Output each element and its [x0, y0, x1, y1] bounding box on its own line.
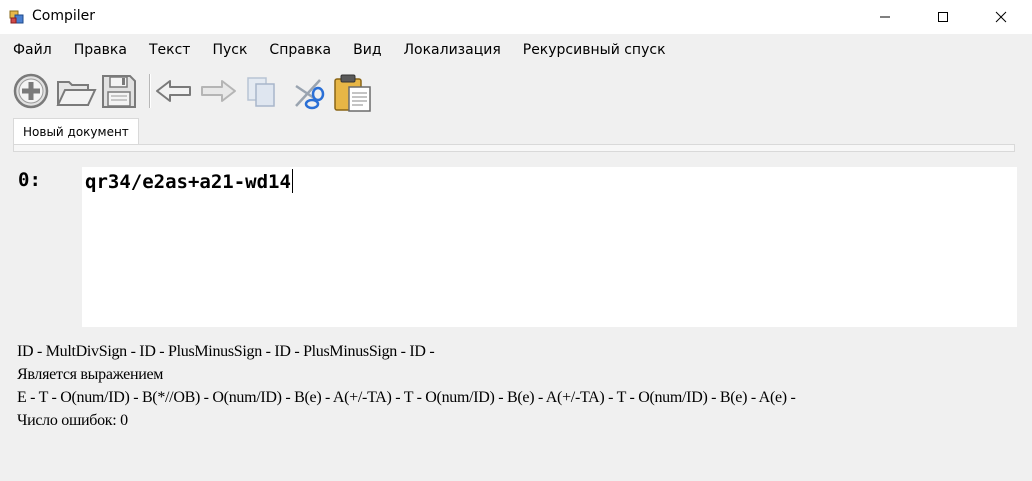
toolbar: [0, 66, 1032, 118]
copy-icon: [244, 77, 282, 114]
output-derivation-line: E - T - O(num/ID) - B(*//OB) - O(num/ID)…: [17, 389, 796, 406]
menu-run[interactable]: Пуск: [201, 38, 258, 62]
minimize-icon: [879, 8, 891, 27]
line-number: 0:: [18, 169, 41, 191]
output-token-line: ID - MultDivSign - ID - PlusMinusSign - …: [17, 343, 435, 360]
menu-bar: Файл Правка Текст Пуск Справка Вид Локал…: [0, 38, 1032, 62]
close-icon: [995, 8, 1007, 27]
undo-button[interactable]: [154, 72, 192, 110]
copy-button[interactable]: [244, 72, 282, 110]
menu-edit[interactable]: Правка: [63, 38, 138, 62]
minimize-button[interactable]: [862, 0, 908, 34]
editor-line: qr34/e2as+a21-wd14: [85, 171, 291, 193]
undo-icon: [154, 80, 194, 114]
window-title: Compiler: [32, 8, 96, 24]
menu-file[interactable]: Файл: [0, 38, 63, 62]
save-icon: [100, 75, 138, 114]
tab-content-border: [13, 144, 1015, 152]
app-window-icon: [9, 9, 25, 25]
menu-view[interactable]: Вид: [342, 38, 392, 62]
output-result-line: Является выражением: [17, 366, 164, 383]
close-button[interactable]: [978, 0, 1024, 34]
text-caret: [291, 169, 293, 193]
maximize-button[interactable]: [920, 0, 966, 34]
menu-recursive-descent[interactable]: Рекурсивный спуск: [512, 38, 677, 62]
save-button[interactable]: [100, 72, 138, 110]
open-button[interactable]: [55, 72, 97, 110]
new-file-button[interactable]: [12, 72, 50, 110]
open-folder-icon: [55, 81, 97, 114]
output-panel: ID - MultDivSign - ID - PlusMinusSign - …: [17, 340, 1027, 432]
output-error-count: Число ошибок: 0: [17, 412, 128, 429]
code-editor[interactable]: qr34/e2as+a21-wd14: [82, 167, 1017, 327]
paste-icon: [333, 74, 373, 116]
tab-new-document[interactable]: Новый документ: [13, 118, 139, 145]
toolbar-separator: [149, 74, 151, 108]
paste-button[interactable]: [333, 72, 371, 112]
new-file-icon: [12, 73, 50, 114]
menu-localization[interactable]: Локализация: [393, 38, 512, 62]
redo-icon: [198, 80, 238, 114]
maximize-icon: [937, 8, 949, 27]
cut-button[interactable]: [290, 72, 328, 110]
cut-icon: [290, 79, 328, 114]
editor-text[interactable]: qr34/e2as+a21-wd14: [85, 169, 293, 193]
title-bar: Compiler: [0, 0, 1032, 34]
menu-help[interactable]: Справка: [258, 38, 342, 62]
menu-text[interactable]: Текст: [138, 38, 201, 62]
redo-button[interactable]: [198, 72, 236, 110]
